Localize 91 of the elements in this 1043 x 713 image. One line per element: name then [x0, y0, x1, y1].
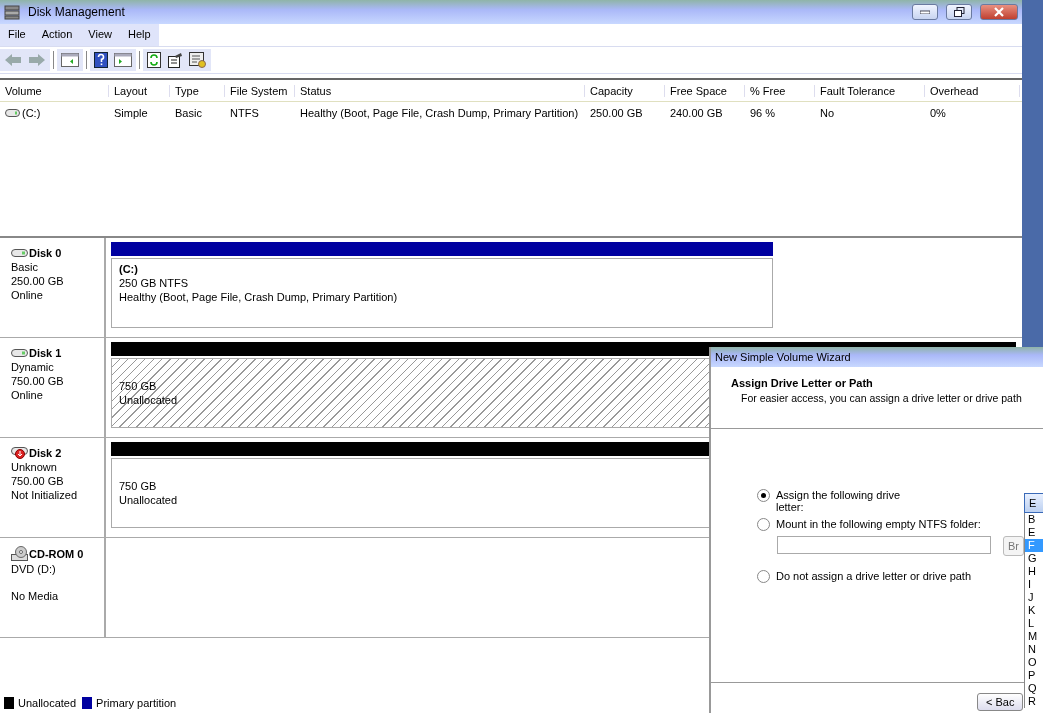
disk-name: Disk 2 [29, 446, 62, 460]
option-label: Mount in the following empty NTFS folder: [776, 518, 981, 530]
partition-text: 750 GB [119, 379, 157, 393]
column-header[interactable]: Layout [109, 84, 170, 97]
column-header[interactable]: Capacity [585, 84, 665, 97]
dropdown-option[interactable]: I [1025, 578, 1043, 591]
dropdown-option[interactable]: G [1025, 552, 1043, 565]
window-title: Disk Management [28, 5, 125, 19]
partition-text: 250 GB NTFS [119, 276, 189, 290]
close-button[interactable] [980, 4, 1018, 20]
disk-detail: Not Initialized [11, 489, 78, 501]
minimize-icon [920, 10, 930, 14]
dropdown-option[interactable]: Q [1025, 682, 1043, 695]
dropdown-option[interactable]: K [1025, 604, 1043, 617]
dropdown-option[interactable]: H [1025, 565, 1043, 578]
refresh-icon[interactable] [147, 52, 161, 68]
cd-drive-icon [11, 546, 28, 562]
dropdown-option[interactable]: J [1025, 591, 1043, 604]
table-cell: Simple [114, 106, 148, 119]
legend-label: Unallocated [18, 697, 77, 709]
table-cell: 96 % [750, 106, 776, 119]
dropdown-option[interactable]: O [1025, 656, 1043, 669]
disk-detail: Online [11, 389, 43, 401]
table-cell: Basic [175, 106, 202, 119]
restore-button[interactable] [946, 4, 972, 20]
back-button[interactable]: < Bac [977, 693, 1024, 711]
table-cell: 250.00 GB [590, 106, 643, 119]
show-action-pane-icon[interactable] [114, 53, 132, 67]
disk-detail: Unknown [11, 461, 57, 473]
disk-detail: Basic [11, 261, 38, 273]
close-icon [994, 7, 1004, 17]
column-header[interactable]: Type [170, 84, 225, 97]
column-header[interactable]: Volume [0, 84, 109, 97]
properties-icon[interactable] [167, 52, 183, 68]
table-cell: (C:) [22, 106, 41, 119]
disk-detail: DVD (D:) [11, 563, 56, 575]
menu-item[interactable]: Help [119, 24, 159, 46]
table-cell: 240.00 GB [670, 106, 723, 119]
column-header[interactable]: Free Space [665, 84, 745, 97]
dropdown-option[interactable]: P [1025, 669, 1043, 682]
column-header[interactable]: Fault Tolerance [815, 84, 925, 97]
disk-detail: 750.00 GB [11, 375, 64, 387]
radio-button[interactable] [757, 570, 770, 583]
partition-text: Healthy (Boot, Page File, Crash Dump, Primary Partition) [119, 290, 398, 304]
minimize-button[interactable] [912, 4, 938, 20]
dropdown-option[interactable]: M [1025, 630, 1043, 643]
wizard-heading: Assign Drive Letter or Path [731, 377, 873, 389]
table-cell: NTFS [230, 106, 259, 119]
restore-icon [953, 7, 965, 17]
dropdown-option[interactable]: B [1025, 513, 1043, 526]
disk-detail: 250.00 GB [11, 275, 64, 287]
dropdown-option[interactable]: L [1025, 617, 1043, 630]
menu-item[interactable]: View [80, 24, 120, 46]
show-hide-pane-icon[interactable] [61, 53, 79, 67]
menu-item[interactable]: Action [33, 24, 81, 46]
partition-text: Unallocated [119, 393, 178, 407]
table-cell: 0% [930, 106, 946, 119]
column-header[interactable]: File System [225, 84, 295, 97]
disk-detail: Online [11, 289, 43, 301]
browse-button[interactable]: Br [1003, 536, 1024, 556]
column-header[interactable]: % Free [745, 84, 815, 97]
disk-detail: 750.00 GB [11, 475, 64, 487]
column-header[interactable]: Overhead [925, 84, 1020, 97]
disk-management-icon [4, 4, 20, 20]
column-header[interactable]: Status [295, 84, 585, 97]
radio-button[interactable] [757, 518, 770, 531]
hard-disk-error-icon [11, 446, 28, 460]
partition-text: Unallocated [119, 493, 178, 507]
dropdown-option[interactable]: N [1025, 643, 1043, 656]
menu-item[interactable]: File [0, 24, 34, 46]
partition-block[interactable]: (C:) 250 GB NTFS Healthy (Boot, Page File, Crash Dump, Primary Partition) [111, 258, 773, 328]
partition-title: (C:) [119, 262, 138, 276]
dropdown-option[interactable]: E [1025, 526, 1043, 539]
legend-label: Primary partition [96, 697, 177, 709]
option-label: Assign the following drive letter: [776, 489, 902, 513]
disk-detail: No Media [11, 590, 59, 602]
disk-name: CD-ROM 0 [29, 547, 84, 561]
partition-text: 750 GB [119, 479, 157, 493]
disk-name: Disk 1 [29, 346, 62, 360]
settings-icon[interactable] [189, 52, 207, 68]
radio-button[interactable] [757, 489, 770, 502]
option-label: Do not assign a drive letter or drive path [776, 570, 972, 582]
dropdown-option[interactable]: R [1025, 695, 1043, 708]
table-cell: Healthy (Boot, Page File, Crash Dump, Primary Partition) [300, 106, 579, 119]
volume-icon [5, 108, 20, 117]
folder-path-field[interactable] [777, 536, 991, 554]
disk-detail: Dynamic [11, 361, 54, 373]
help-icon[interactable] [94, 52, 108, 68]
table-cell: No [820, 106, 835, 119]
drive-letter-dropdown[interactable]: E [1024, 493, 1043, 513]
disk-name: Disk 0 [29, 246, 62, 260]
